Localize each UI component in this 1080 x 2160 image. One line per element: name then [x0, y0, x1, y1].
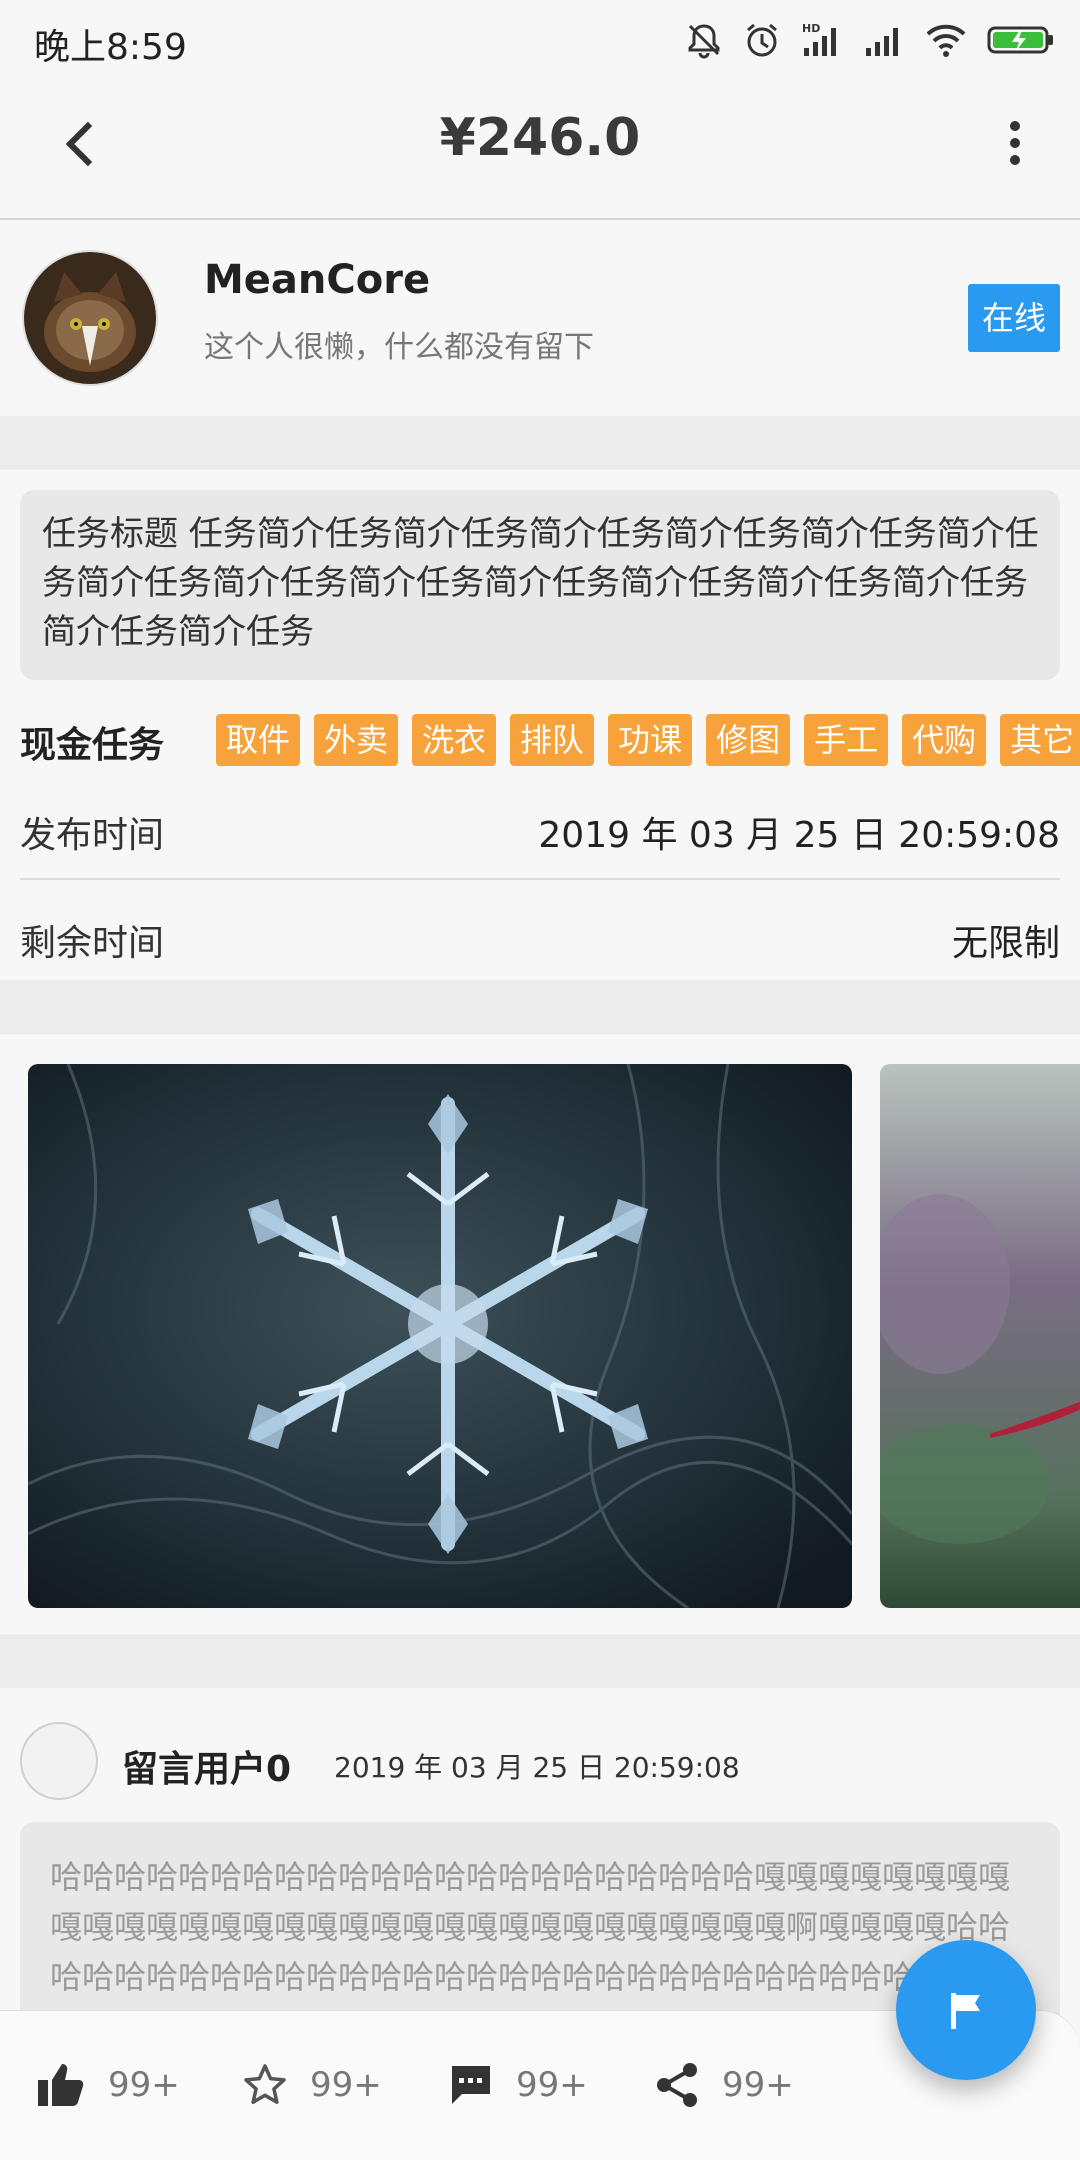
avatar[interactable] [22, 250, 158, 386]
tag-pickup[interactable]: 取件 [216, 714, 301, 766]
alarm-icon [747, 23, 777, 57]
commenter-name: 留言用户0 [122, 1749, 292, 1790]
share-count: 99+ [722, 2065, 794, 2105]
signal-icon [866, 28, 898, 56]
flag-icon [951, 1993, 980, 2029]
section-divider [0, 980, 1080, 1034]
tag-queue[interactable]: 排队 [510, 714, 595, 766]
remaining-time-value: 无限制 [951, 923, 1060, 964]
commenter-avatar[interactable] [20, 1722, 98, 1800]
tag-handcraft[interactable]: 手工 [804, 714, 889, 766]
tag-homework[interactable]: 功课 [608, 714, 693, 766]
hd-signal-icon: HD [802, 22, 836, 56]
status-icons: HD [684, 16, 1056, 64]
section-divider [0, 416, 1080, 470]
comment-time: 2019 年 03 月 25 日 20:59:08 [334, 1751, 740, 1784]
share-button[interactable]: 99+ [654, 2050, 794, 2120]
tag-other[interactable]: 其它 [1000, 714, 1080, 766]
share-icon [657, 2063, 697, 2107]
star-icon [244, 2064, 286, 2104]
username: MeanCore [204, 257, 431, 303]
svg-text:HD: HD [802, 22, 820, 35]
tag-takeout[interactable]: 外卖 [314, 714, 399, 766]
comment-button[interactable]: 99+ [448, 2050, 588, 2120]
task-description: 任务标题 任务简介任务简介任务简介任务简介任务简介任务简介任务简介任务简介任务简… [42, 514, 1039, 652]
report-fab[interactable] [896, 1940, 1036, 2080]
publish-time-value: 2019 年 03 月 25 日 20:59:08 [538, 815, 1060, 856]
tag-list: 取件 外卖 洗衣 排队 功课 修图 手工 代购 其它 [216, 714, 1080, 766]
more-vert-icon[interactable] [1000, 118, 1030, 174]
favorite-button[interactable]: 99+ [242, 2050, 382, 2120]
thumb-up-icon [38, 2064, 84, 2106]
wifi-icon [926, 24, 966, 57]
tag-laundry[interactable]: 洗衣 [412, 714, 497, 766]
battery-charging-icon [987, 26, 1053, 54]
row-divider [20, 878, 1060, 880]
tag-photo-edit[interactable]: 修图 [706, 714, 791, 766]
comment-icon [452, 2066, 490, 2104]
profile-section [0, 222, 1080, 416]
comment-count: 99+ [516, 2065, 588, 2105]
section-divider [0, 1634, 1080, 1688]
like-button[interactable]: 99+ [36, 2050, 180, 2120]
mute-bell-icon [688, 24, 720, 59]
page-title: ¥246.0 [439, 108, 641, 168]
like-count: 99+ [108, 2065, 180, 2105]
online-status-badge: 在线 [968, 284, 1060, 352]
remaining-time-label: 剩余时间 [20, 923, 165, 964]
user-bio: 这个人很懒，什么都没有留下 [204, 330, 594, 365]
task-category: 现金任务 [20, 725, 165, 766]
status-time: 晚上8:59 [34, 27, 187, 68]
tag-purchase[interactable]: 代购 [902, 714, 987, 766]
snowflake-photo[interactable] [28, 1064, 852, 1608]
flower-photo[interactable] [880, 1064, 1080, 1608]
comment-text: 哈哈哈哈哈哈哈哈哈哈哈哈哈哈哈哈哈哈哈哈哈哈嘎嘎嘎嘎嘎嘎嘎嘎嘎嘎嘎嘎嘎嘎嘎嘎嘎嘎… [50, 1858, 1011, 1996]
favorite-count: 99+ [310, 2065, 382, 2105]
publish-time-label: 发布时间 [20, 815, 165, 856]
